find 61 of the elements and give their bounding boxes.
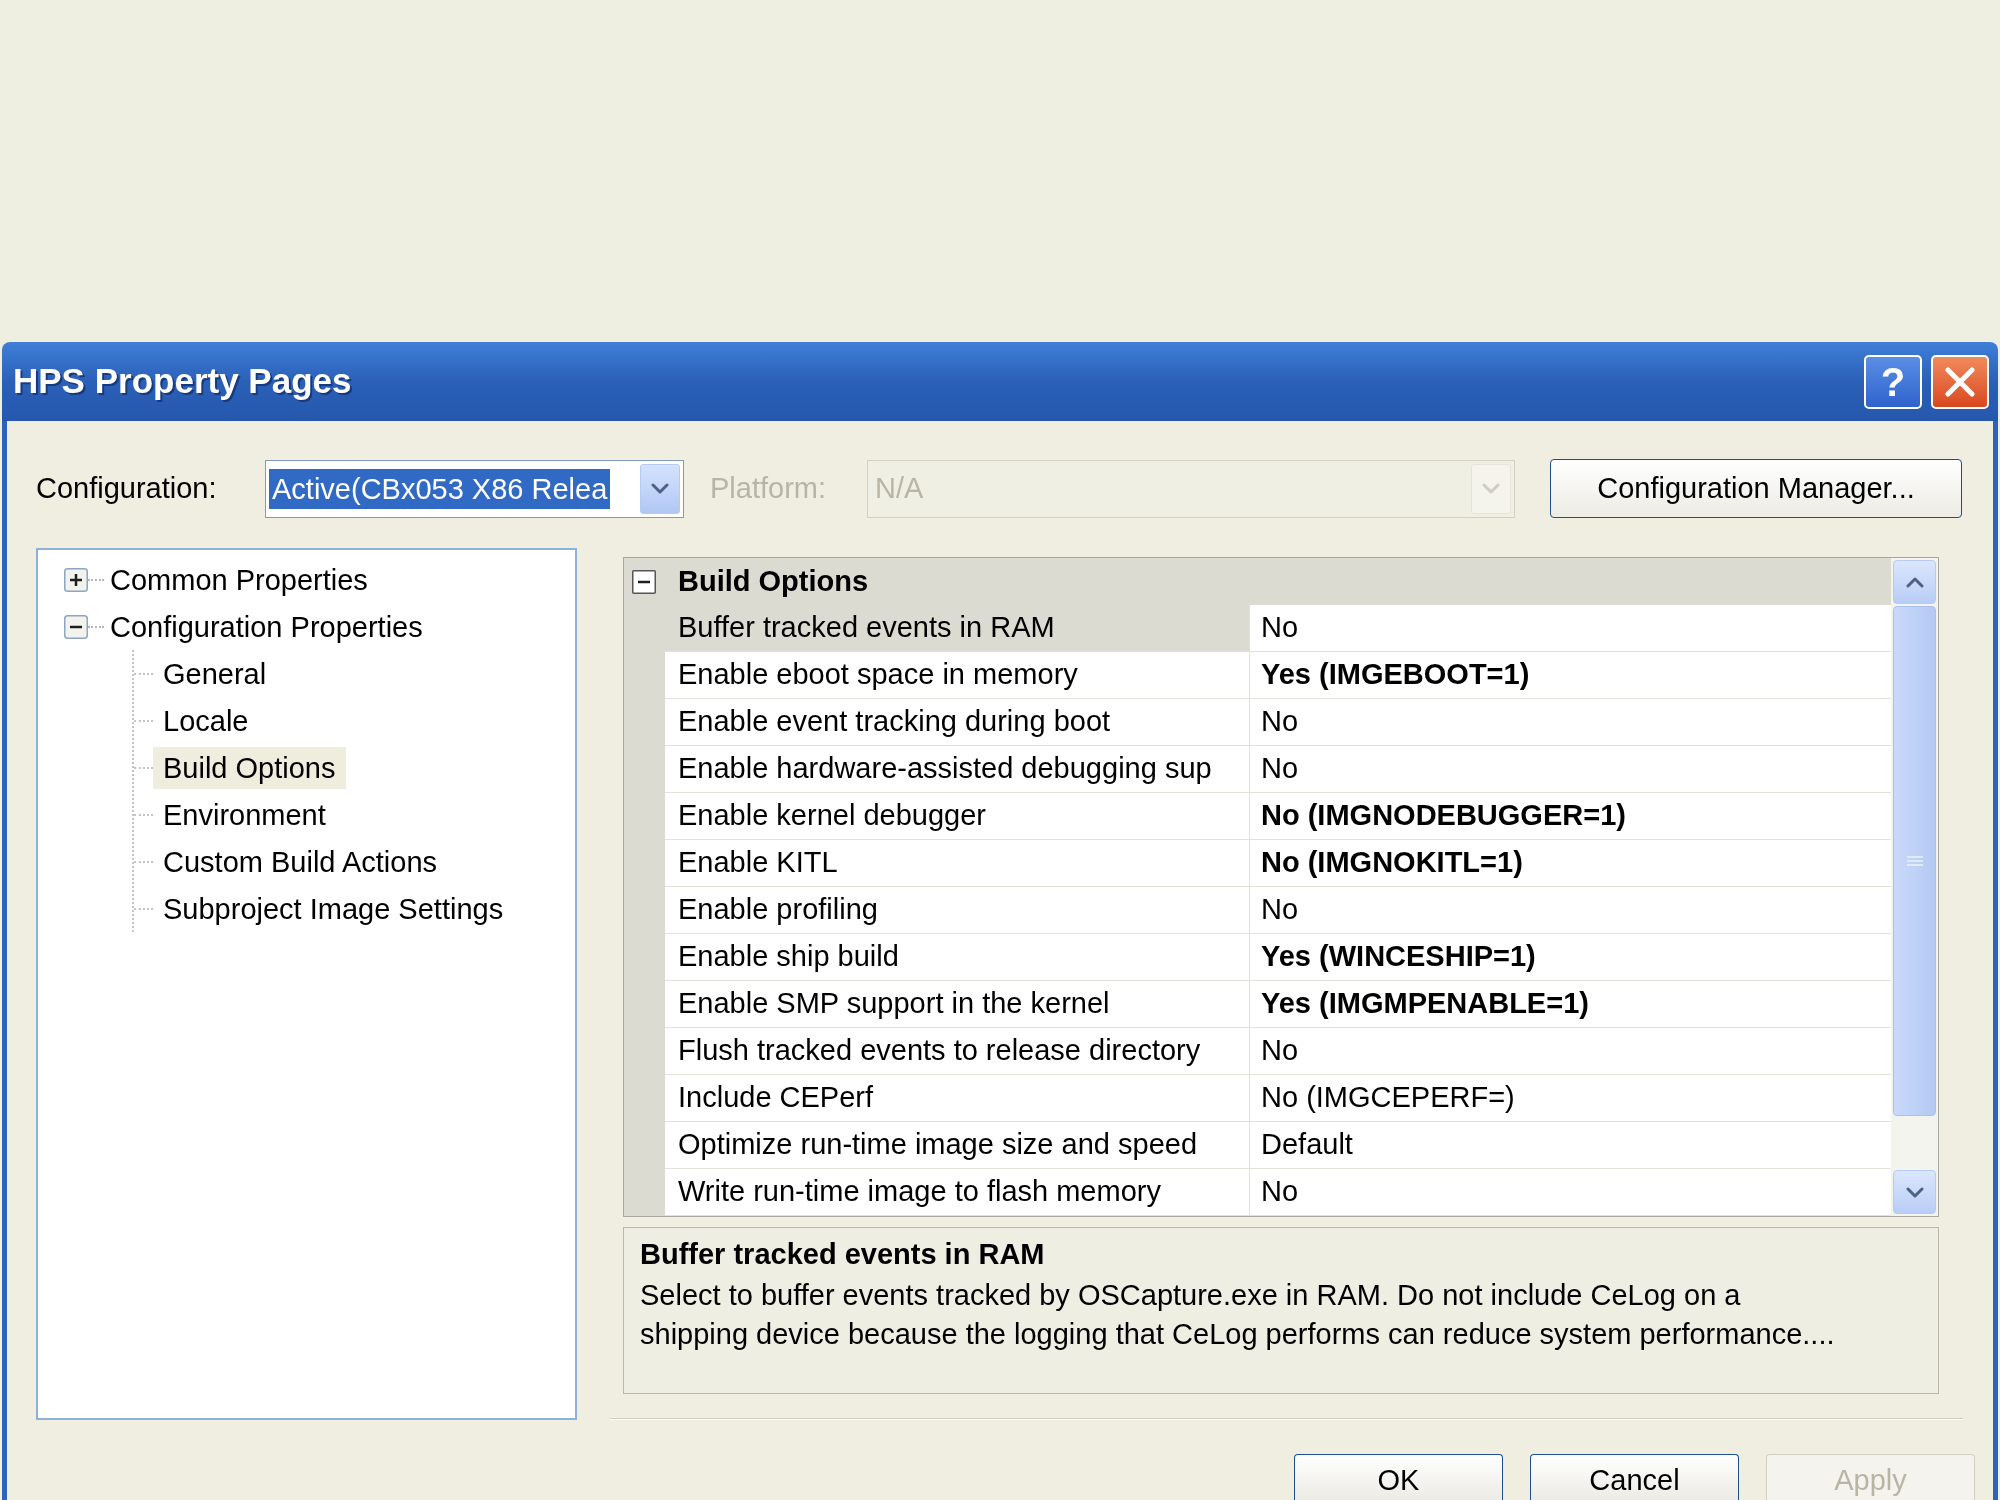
property-value[interactable]: Yes (WINCESHIP=1): [1250, 934, 1891, 981]
scroll-down-button[interactable]: [1893, 1170, 1936, 1214]
property-name[interactable]: Write run-time image to flash memory: [665, 1169, 1250, 1216]
property-value[interactable]: No (IMGNOKITL=1): [1250, 840, 1891, 887]
property-name[interactable]: Enable profiling: [665, 887, 1250, 934]
collapse-icon[interactable]: [64, 614, 88, 639]
chevron-down-icon: [1482, 483, 1500, 494]
scrollbar-thumb[interactable]: [1893, 606, 1936, 1116]
dialog-button[interactable]: OK: [1294, 1454, 1503, 1500]
dialog-button[interactable]: Cancel: [1530, 1454, 1739, 1500]
property-name[interactable]: Optimize run-time image size and speed: [665, 1122, 1250, 1169]
property-name[interactable]: Enable kernel debugger: [665, 793, 1250, 840]
property-value[interactable]: No (IMGNODEBUGGER=1): [1250, 793, 1891, 840]
tree-item[interactable]: General: [153, 652, 277, 695]
property-value[interactable]: No (IMGCEPERF=): [1250, 1075, 1891, 1122]
tree-item[interactable]: Common Properties: [104, 559, 374, 600]
chevron-up-icon: [1905, 576, 1924, 588]
scroll-up-button[interactable]: [1893, 560, 1936, 604]
property-value[interactable]: No: [1250, 887, 1891, 934]
property-name[interactable]: Enable KITL: [665, 840, 1250, 887]
property-value[interactable]: Yes (IMGEBOOT=1): [1250, 652, 1891, 699]
property-value[interactable]: No: [1250, 1169, 1891, 1216]
property-name[interactable]: Enable event tracking during boot: [665, 699, 1250, 746]
configuration-manager-button[interactable]: Configuration Manager...: [1550, 459, 1962, 518]
tree-item[interactable]: Custom Build Actions: [153, 840, 447, 883]
property-value[interactable]: No: [1250, 746, 1891, 793]
grip-icon: [1905, 856, 1924, 866]
category-label: Build Options: [678, 563, 869, 599]
property-name[interactable]: Flush tracked events to release directory: [665, 1028, 1250, 1075]
expand-icon[interactable]: [64, 567, 88, 592]
property-value[interactable]: Default: [1250, 1122, 1891, 1169]
property-name[interactable]: Enable hardware-assisted debugging sup: [665, 746, 1250, 793]
tree-item[interactable]: Build Options: [153, 746, 346, 789]
property-name[interactable]: Enable SMP support in the kernel: [665, 981, 1250, 1028]
property-value[interactable]: Yes (IMGMPENABLE=1): [1250, 981, 1891, 1028]
tree-item[interactable]: Environment: [153, 793, 336, 836]
combo-value: N/A: [874, 470, 925, 506]
collapse-icon[interactable]: [632, 569, 656, 594]
description-title: Buffer tracked events in RAM: [640, 1237, 1046, 1272]
tree-item[interactable]: Subproject Image Settings: [153, 887, 514, 930]
property-name[interactable]: Enable eboot space in memory: [665, 652, 1250, 699]
property-name[interactable]: Include CEPerf: [665, 1075, 1250, 1122]
property-value[interactable]: No: [1250, 605, 1891, 652]
property-value[interactable]: No: [1250, 699, 1891, 746]
property-name[interactable]: Buffer tracked events in RAM: [665, 605, 1250, 652]
close-icon: [1945, 366, 1975, 397]
description-text: Select to buffer events tracked by OSCapture.exe in RAM. Do not include CeLog on a shipping device because the logging that CeLog performs can reduce system performance....: [640, 1278, 1836, 1352]
tree-item[interactable]: Configuration Properties: [104, 606, 429, 647]
dropdown-button[interactable]: [640, 463, 680, 514]
chevron-down-icon: [651, 483, 669, 494]
tree-item[interactable]: Locale: [153, 699, 259, 742]
configuration-combo[interactable]: Active(CBx053 X86 Relea: [265, 459, 684, 518]
platform-label: Platform:: [710, 471, 827, 504]
property-value[interactable]: No: [1250, 1028, 1891, 1075]
configuration-label: Configuration:: [36, 471, 217, 504]
chevron-down-icon: [1905, 1186, 1924, 1198]
close-button[interactable]: [1931, 354, 1989, 409]
property-name[interactable]: Enable ship build: [665, 934, 1250, 981]
help-button[interactable]: ?: [1864, 354, 1922, 409]
window-title: HPS Property Pages: [13, 360, 352, 403]
combo-value: Active(CBx053 X86 Relea: [269, 468, 611, 509]
